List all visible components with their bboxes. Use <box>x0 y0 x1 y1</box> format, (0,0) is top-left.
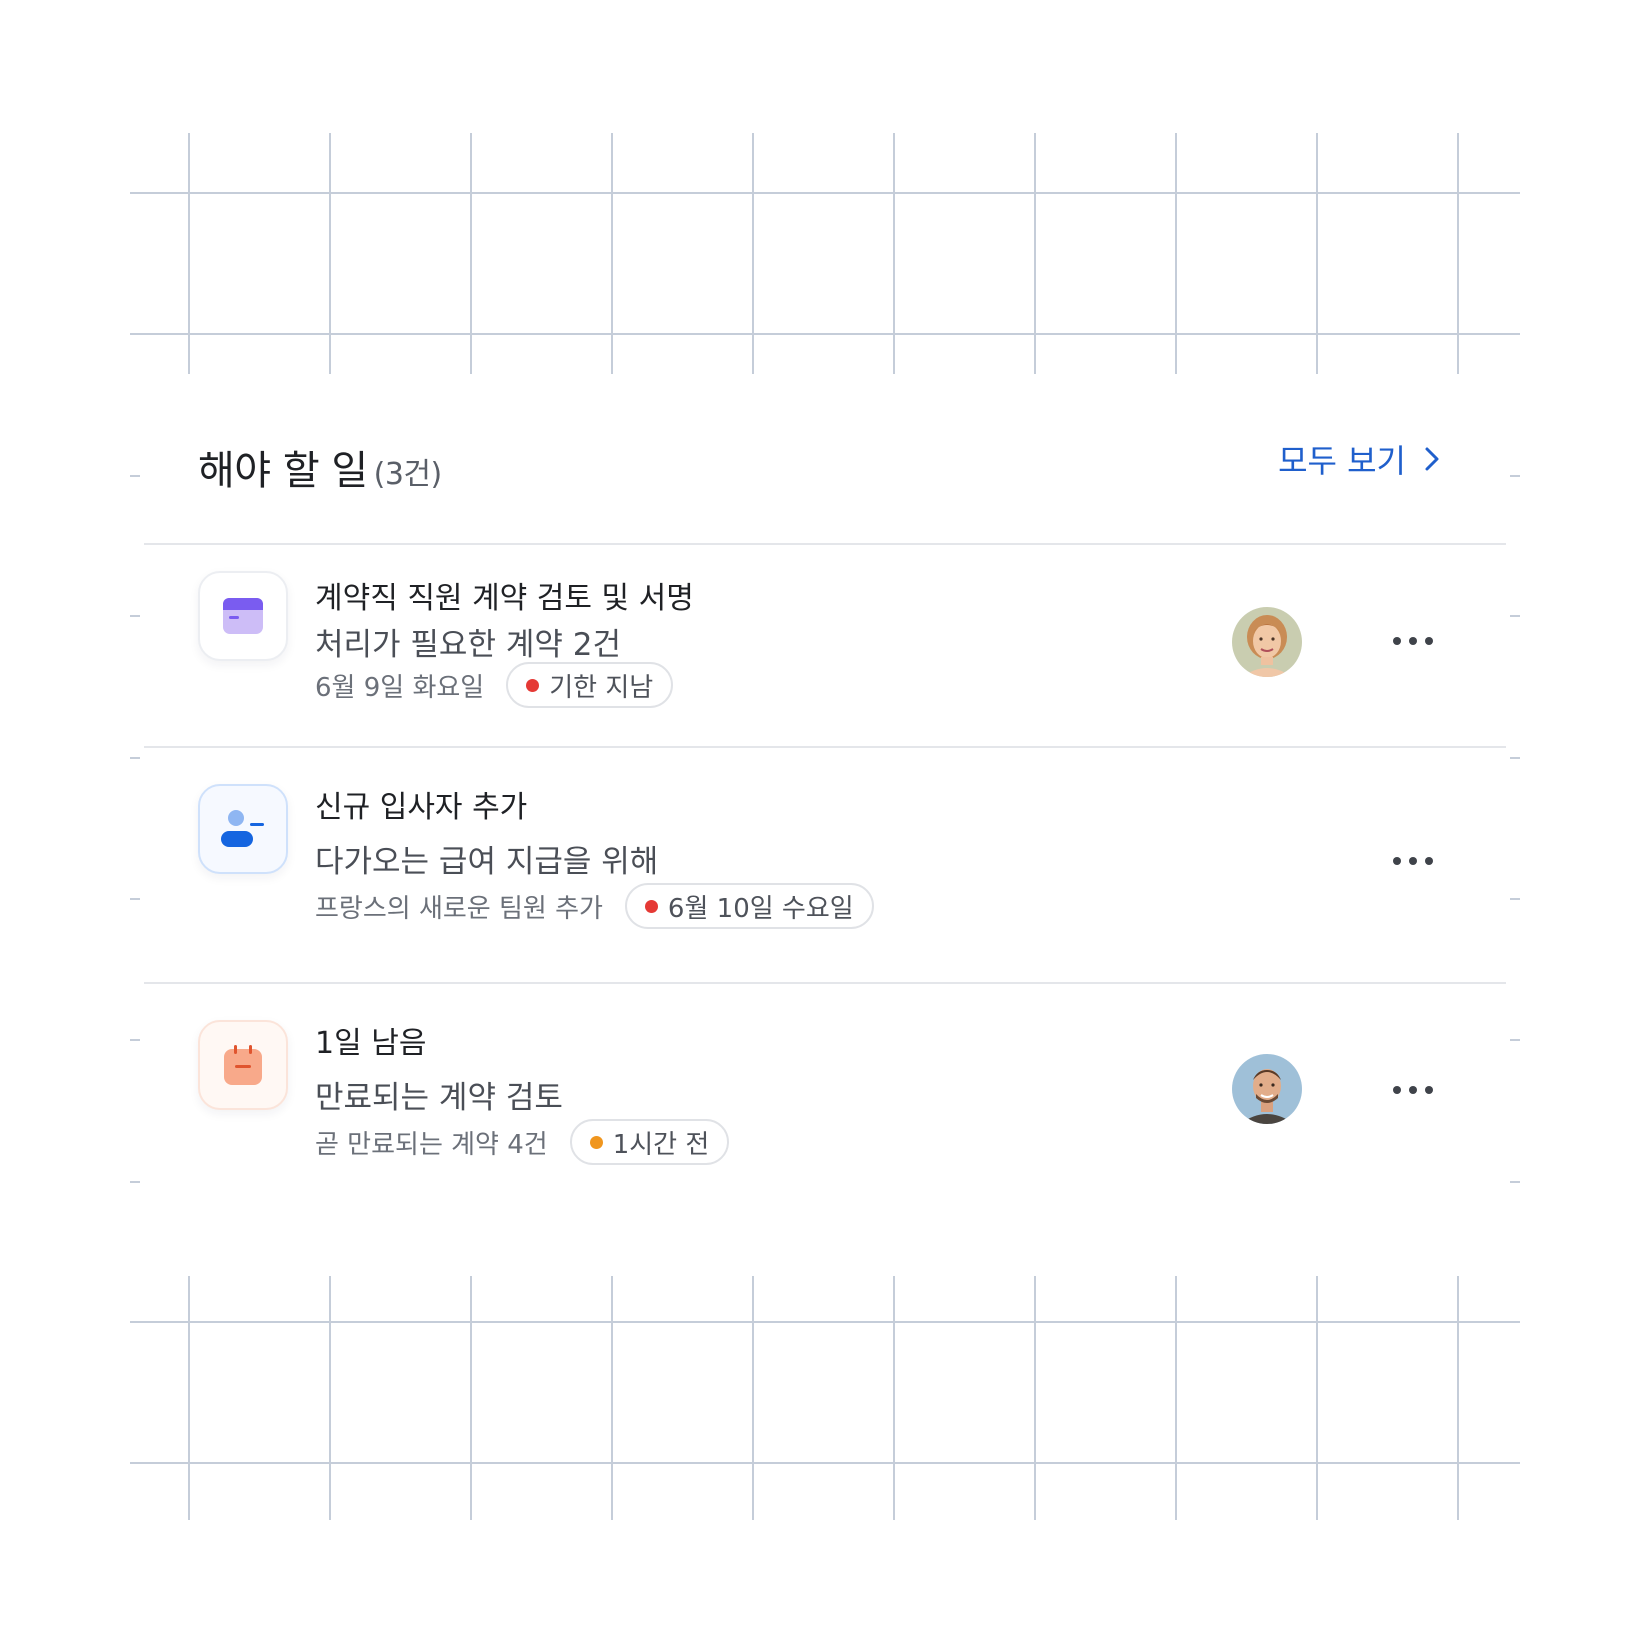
card-title-text: 해야 할 일 <box>198 448 368 494</box>
task-subtitle: 다가오는 급여 지급을 위해 <box>315 844 659 880</box>
avatar[interactable] <box>1232 607 1302 677</box>
status-badge-label: 6월 10일 수요일 <box>667 893 854 924</box>
chevron-right-icon <box>1425 447 1439 471</box>
calendar-icon <box>224 1045 262 1085</box>
card-header: 해야 할 일 (3건) 모두 보기 <box>140 410 1510 545</box>
add-user-icon <box>221 810 264 847</box>
task-row[interactable]: 신규 입사자 추가 다가오는 급여 지급을 위해 프랑스의 새로운 팀원 추가 … <box>140 748 1510 978</box>
status-dot-icon <box>644 899 658 913</box>
card-title: 해야 할 일 (3건) <box>198 438 442 496</box>
wallet-icon <box>223 598 263 634</box>
task-row[interactable]: 계약직 직원 계약 검토 및 서명 처리가 필요한 계약 2건 6월 9일 화요… <box>140 545 1510 775</box>
status-dot-icon <box>526 678 540 692</box>
task-meta: 프랑스의 새로운 팀원 추가 6월 10일 수요일 <box>315 883 874 929</box>
status-badge: 기한 지남 <box>506 662 674 708</box>
status-badge-label: 기한 지남 <box>549 672 654 703</box>
task-subtitle: 처리가 필요한 계약 2건 <box>315 627 621 663</box>
status-badge: 1시간 전 <box>569 1119 730 1165</box>
more-options-icon[interactable] <box>1393 851 1433 871</box>
task-icon-tile <box>198 571 288 661</box>
woman-avatar-icon <box>1232 607 1302 677</box>
task-title: 신규 입사자 추가 <box>315 790 528 825</box>
man-avatar-icon <box>1232 1054 1302 1124</box>
task-icon-tile <box>198 784 288 874</box>
view-all-label: 모두 보기 <box>1278 442 1406 480</box>
view-all-link[interactable]: 모두 보기 <box>1278 436 1440 482</box>
avatar[interactable] <box>1232 1054 1302 1124</box>
task-description: 곧 만료되는 계약 4건 <box>315 1129 548 1160</box>
task-subtitle: 만료되는 계약 검토 <box>315 1080 563 1116</box>
todo-card: 해야 할 일 (3건) 모두 보기 계약직 직원 계약 검토 및 서명 처리가 필… <box>140 410 1510 1230</box>
task-title: 1일 남음 <box>315 1026 427 1061</box>
task-title: 계약직 직원 계약 검토 및 서명 <box>315 581 694 616</box>
task-meta: 6월 9일 화요일 기한 지남 <box>315 662 674 708</box>
task-date: 6월 9일 화요일 <box>315 672 485 703</box>
more-options-icon[interactable] <box>1393 631 1433 651</box>
task-meta: 곧 만료되는 계약 4건 1시간 전 <box>315 1119 730 1165</box>
task-description: 프랑스의 새로운 팀원 추가 <box>315 893 603 924</box>
more-options-icon[interactable] <box>1393 1080 1433 1100</box>
status-badge-label: 1시간 전 <box>612 1129 710 1160</box>
task-icon-tile <box>198 1020 288 1110</box>
task-row[interactable]: 1일 남음 만료되는 계약 검토 곧 만료되는 계약 4건 1시간 전 <box>140 984 1510 1214</box>
status-dot-icon <box>589 1135 603 1149</box>
task-count: (3건) <box>373 457 443 492</box>
status-badge: 6월 10일 수요일 <box>624 883 874 929</box>
